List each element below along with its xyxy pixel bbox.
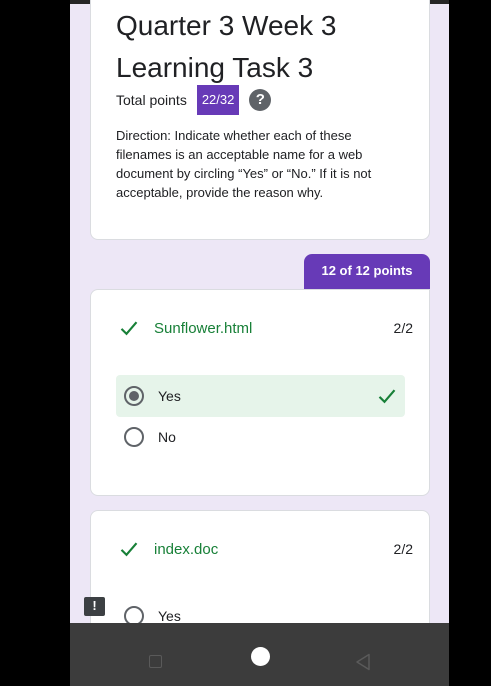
question-header: index.doc 2/2 — [119, 537, 413, 561]
form-header-card: Quarter 3 Week 3 Learning Task 3 Total p… — [90, 0, 430, 240]
total-points-row: Total points 22/32 ? — [116, 84, 272, 116]
option-label: Yes — [158, 608, 181, 624]
help-icon[interactable]: ? — [249, 89, 272, 111]
section-score-tab: 12 of 12 points — [304, 254, 430, 289]
question-score: 2/2 — [393, 320, 413, 336]
back-triangle-icon[interactable] — [355, 653, 371, 671]
recents-square-icon[interactable] — [149, 655, 162, 668]
report-problem-icon[interactable]: ! — [84, 597, 105, 616]
radio-button[interactable] — [124, 427, 144, 447]
question-title: Sunflower.html — [154, 319, 253, 337]
navigation-bar — [70, 623, 449, 686]
option-label: No — [158, 429, 176, 445]
option-no[interactable]: No — [116, 416, 405, 458]
total-points-label: Total points — [116, 92, 187, 108]
option-label: Yes — [158, 388, 181, 404]
check-icon — [120, 542, 138, 557]
check-icon — [378, 389, 396, 404]
form-description: Direction: Indicate whether each of thes… — [116, 128, 372, 200]
check-icon — [120, 321, 138, 336]
question-card: Sunflower.html 2/2 Yes No — [90, 289, 430, 496]
radio-button-checked[interactable] — [124, 386, 144, 406]
option-yes[interactable]: Yes — [116, 375, 405, 417]
question-header: Sunflower.html 2/2 — [119, 316, 413, 340]
total-points-badge: 22/32 — [196, 85, 240, 115]
form-screen: Quarter 3 Week 3 Learning Task 3 Total p… — [70, 0, 449, 686]
home-circle-icon[interactable] — [251, 647, 270, 666]
form-title: Quarter 3 Week 3 Learning Task 3 — [116, 10, 337, 83]
question-score: 2/2 — [393, 541, 413, 557]
question-title: index.doc — [154, 540, 219, 558]
